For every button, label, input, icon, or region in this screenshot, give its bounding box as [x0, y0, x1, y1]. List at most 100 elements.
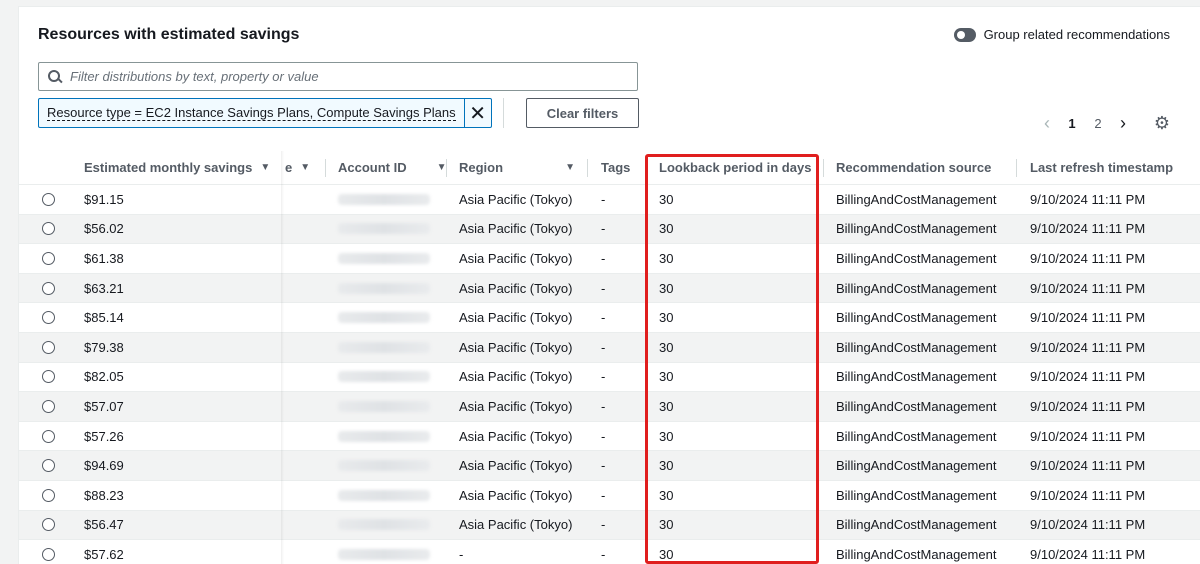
cell-source: BillingAndCostManagement: [836, 310, 997, 326]
row-select-radio[interactable]: [41, 222, 55, 236]
row-select-radio[interactable]: [41, 488, 55, 502]
cell-region: Asia Pacific (Tokyo): [459, 191, 573, 207]
column-separator[interactable]: [446, 159, 447, 177]
redacted-account-id: [338, 223, 430, 235]
row-select-cell: [38, 481, 58, 510]
page-1-button[interactable]: 1: [1059, 116, 1085, 131]
cell-savings: $79.38: [84, 339, 124, 355]
row-select-radio[interactable]: [41, 518, 55, 532]
redacted-account-id: [338, 312, 430, 324]
toolbar-divider: [503, 98, 504, 128]
table-row[interactable]: $57.26 Asia Pacific (Tokyo) - 30 BillingAndC…: [19, 422, 1200, 452]
header-account-id[interactable]: Account ID ▼: [338, 151, 447, 184]
row-select-radio[interactable]: [41, 547, 55, 561]
header-savings-label: Estimated monthly savings: [84, 160, 253, 175]
group-toggle-label: Group related recommendations: [983, 27, 1170, 42]
row-select-cell: [38, 422, 58, 451]
next-page-button[interactable]: ›: [1111, 111, 1135, 135]
cell-region: Asia Pacific (Tokyo): [459, 280, 573, 296]
column-separator[interactable]: [1016, 159, 1017, 177]
row-select-radio[interactable]: [41, 399, 55, 413]
cell-account-id: [338, 274, 430, 303]
column-separator[interactable]: [325, 159, 326, 177]
row-select-cell: [38, 333, 58, 362]
cell-refresh: 9/10/2024 11:11 PM: [1030, 369, 1146, 385]
cell-lookback: 30: [659, 517, 674, 533]
caret-down-icon: ▼: [565, 162, 575, 173]
redacted-account-id: [338, 460, 430, 472]
cell-region: Asia Pacific (Tokyo): [459, 250, 573, 266]
row-select-radio[interactable]: [41, 281, 55, 295]
prev-page-button[interactable]: ‹: [1035, 111, 1059, 135]
table-row[interactable]: $61.38 Asia Pacific (Tokyo) - 30 BillingAndC…: [19, 244, 1200, 274]
cell-refresh: 9/10/2024 11:11 PM: [1030, 310, 1146, 326]
cell-savings: $61.38: [84, 250, 124, 266]
header-truncated[interactable]: e ▼: [285, 151, 310, 184]
chevron-right-icon: ›: [1120, 112, 1126, 133]
cell-lookback: 30: [659, 250, 674, 266]
row-select-radio[interactable]: [41, 370, 55, 384]
cell-savings: $91.15: [84, 191, 124, 207]
row-select-cell: [38, 185, 58, 214]
group-recommendations-toggle[interactable]: [953, 27, 976, 42]
table-row[interactable]: $56.47 Asia Pacific (Tokyo) - 30 BillingAndC…: [19, 510, 1200, 541]
header-source[interactable]: Recommendation source: [836, 151, 991, 184]
cell-savings: $88.23: [84, 487, 124, 503]
header-tags-label: Tags: [601, 160, 631, 175]
search-input[interactable]: [70, 69, 630, 84]
cell-savings: $57.62: [84, 546, 124, 562]
cell-refresh: 9/10/2024 11:11 PM: [1030, 280, 1146, 296]
table-row[interactable]: $82.05 Asia Pacific (Tokyo) - 30 BillingAndC…: [19, 363, 1200, 393]
table-row[interactable]: $94.69 Asia Pacific (Tokyo) - 30 BillingAndC…: [19, 451, 1200, 481]
cell-lookback: 30: [659, 191, 674, 207]
table-row[interactable]: $63.21 Asia Pacific (Tokyo) - 30 BillingAndC…: [19, 273, 1200, 304]
cell-account-id: [338, 303, 430, 332]
header-lookback[interactable]: Lookback period in days: [659, 151, 811, 184]
cell-account-id: [338, 392, 430, 421]
cell-savings: $56.47: [84, 517, 124, 533]
table-row[interactable]: $91.15 Asia Pacific (Tokyo) - 30 BillingAndC…: [19, 185, 1200, 215]
row-select-radio[interactable]: [41, 311, 55, 325]
cell-region: Asia Pacific (Tokyo): [459, 428, 573, 444]
cell-account-id: [338, 333, 430, 362]
row-select-radio[interactable]: [41, 340, 55, 354]
remove-filter-button[interactable]: ✕: [463, 99, 491, 127]
table-row[interactable]: $85.14 Asia Pacific (Tokyo) - 30 BillingAndC…: [19, 303, 1200, 333]
redacted-account-id: [338, 341, 430, 353]
row-select-radio[interactable]: [41, 251, 55, 265]
cell-savings: $85.14: [84, 310, 124, 326]
header-region[interactable]: Region ▼: [459, 151, 575, 184]
header-savings[interactable]: Estimated monthly savings ▼: [84, 151, 270, 184]
table-row[interactable]: $79.38 Asia Pacific (Tokyo) - 30 BillingAndC…: [19, 332, 1200, 363]
redacted-account-id: [338, 489, 430, 501]
cell-tags: -: [601, 191, 606, 207]
cell-source: BillingAndCostManagement: [836, 487, 997, 503]
table-row[interactable]: $57.62 - - 30 BillingAndCostManagement 9/10/2…: [19, 540, 1200, 564]
table-row[interactable]: $88.23 Asia Pacific (Tokyo) - 30 BillingAndC…: [19, 481, 1200, 511]
cell-refresh: 9/10/2024 11:11 PM: [1030, 428, 1146, 444]
filter-token-label-wrap[interactable]: Resource type = EC2 Instance Savings Pla…: [39, 99, 464, 127]
page-2-button[interactable]: 2: [1085, 116, 1111, 131]
cell-account-id: [338, 481, 430, 510]
table-settings-button[interactable]: ⚙: [1150, 111, 1174, 135]
table-row[interactable]: $57.07 Asia Pacific (Tokyo) - 30 BillingAndC…: [19, 392, 1200, 422]
cell-lookback: 30: [659, 487, 674, 503]
column-separator[interactable]: [587, 159, 588, 177]
table-row[interactable]: $56.02 Asia Pacific (Tokyo) - 30 BillingAndC…: [19, 214, 1200, 245]
cell-source: BillingAndCostManagement: [836, 398, 997, 414]
close-icon: ✕: [469, 102, 487, 125]
column-separator[interactable]: [823, 159, 824, 177]
row-select-radio[interactable]: [41, 429, 55, 443]
header-tags[interactable]: Tags: [601, 151, 630, 184]
cell-savings: $94.69: [84, 458, 124, 474]
row-select-cell: [38, 274, 58, 303]
row-select-radio[interactable]: [41, 459, 55, 473]
panel-title: Resources with estimated savings: [38, 26, 300, 43]
clear-filters-button[interactable]: Clear filters: [526, 98, 639, 128]
row-select-cell: [38, 392, 58, 421]
cell-lookback: 30: [659, 546, 674, 562]
cell-region: Asia Pacific (Tokyo): [459, 339, 573, 355]
row-select-radio[interactable]: [41, 192, 55, 206]
filter-token-label[interactable]: Resource type = EC2 Instance Savings Pla…: [47, 105, 456, 121]
header-refresh[interactable]: Last refresh timestamp: [1030, 151, 1173, 184]
